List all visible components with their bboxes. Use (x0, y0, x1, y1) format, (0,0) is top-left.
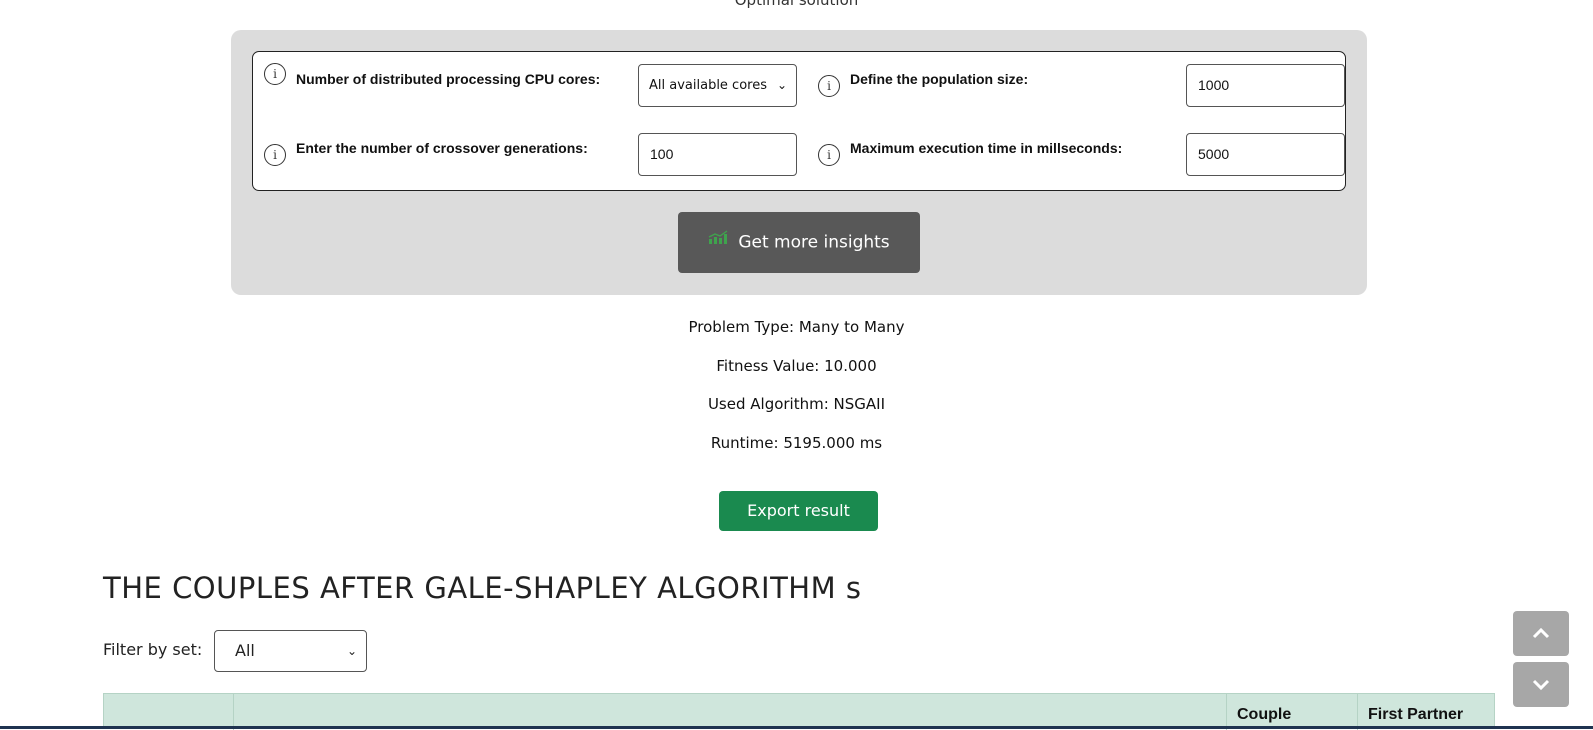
table-header-cell[interactable] (233, 694, 1226, 730)
execution-time-label: Maximum execution time in millseconds: (850, 140, 1123, 156)
runtime: Runtime: 5195.000 ms (710, 434, 883, 452)
generations-input[interactable]: 100 (638, 133, 797, 176)
parameters-box: i Number of distributed processing CPU c… (252, 51, 1346, 191)
section-heading: Optimal solution (734, 0, 859, 9)
get-insights-button[interactable]: Get more insights (678, 212, 920, 273)
info-icon[interactable]: i (818, 75, 840, 97)
cpu-cores-select[interactable]: All available cores ⌄ (638, 64, 797, 107)
chevron-down-icon (1532, 679, 1550, 691)
population-label: Define the population size: (850, 71, 1029, 87)
cpu-cores-value: All available cores (649, 78, 767, 93)
scroll-up-button[interactable] (1513, 611, 1569, 656)
parameters-panel: i Number of distributed processing CPU c… (231, 30, 1367, 295)
info-icon[interactable]: i (264, 63, 286, 85)
problem-type: Problem Type: Many to Many (688, 318, 905, 336)
filter-value: All (235, 641, 255, 660)
fitness-value: Fitness Value: 10.000 (716, 357, 877, 375)
chart-icon (708, 210, 728, 271)
couples-title: THE COUPLES AFTER GALE-SHAPLEY ALGORITHM… (103, 571, 862, 605)
info-icon[interactable]: i (818, 144, 840, 166)
population-input[interactable]: 1000 (1186, 64, 1345, 107)
scroll-down-button[interactable] (1513, 662, 1569, 707)
info-icon[interactable]: i (264, 144, 286, 166)
filter-label: Filter by set: (103, 640, 203, 659)
filter-select[interactable]: All ⌄ (214, 630, 367, 672)
execution-time-input[interactable]: 5000 (1186, 133, 1345, 176)
export-result-button[interactable]: Export result (719, 491, 878, 531)
table-header-first-partner[interactable]: First Partner (1357, 694, 1495, 730)
cpu-cores-label: Number of distributed processing CPU cor… (296, 71, 601, 87)
get-insights-label: Get more insights (738, 232, 890, 253)
table-header-row: Couple First Partner (103, 693, 1495, 730)
generations-label: Enter the number of crossover generation… (296, 140, 588, 156)
chevron-down-icon: ⌄ (776, 78, 787, 92)
chevron-down-icon: ⌄ (346, 644, 357, 658)
table-header-couple[interactable]: Couple (1226, 694, 1357, 730)
table-header-cell[interactable] (104, 694, 233, 730)
chevron-up-icon (1532, 627, 1550, 639)
used-algorithm: Used Algorithm: NSGAII (707, 395, 886, 413)
